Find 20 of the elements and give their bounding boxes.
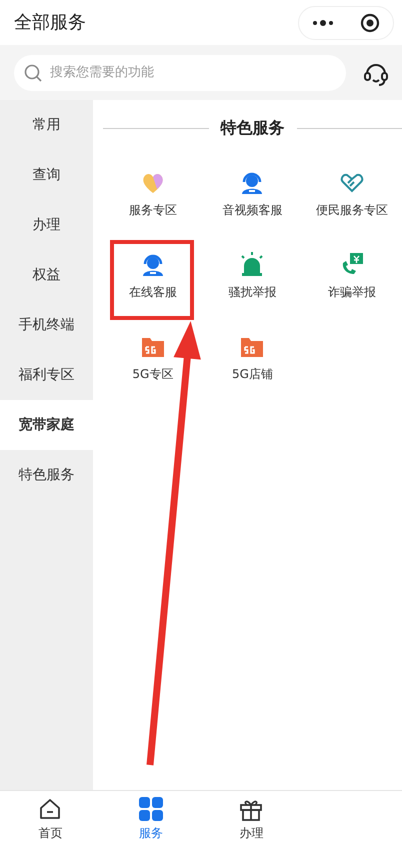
service-item[interactable]: 5G店铺 bbox=[202, 317, 302, 399]
service-item[interactable]: 诈骗举报 bbox=[302, 235, 402, 317]
tab-bar-item[interactable]: 服务 bbox=[100, 791, 201, 847]
sidebar-item[interactable]: 宽带家庭 bbox=[0, 400, 93, 450]
service-item[interactable]: 服务专区 bbox=[103, 153, 203, 235]
tab-bar-item[interactable]: 首页 bbox=[0, 791, 100, 847]
close-target-icon[interactable] bbox=[360, 12, 380, 32]
service-item[interactable]: 在线客服 bbox=[103, 235, 203, 317]
service-item[interactable]: 骚扰举报 bbox=[202, 235, 302, 317]
service-item[interactable]: 音视频客服 bbox=[202, 153, 302, 235]
section-title: 特色服务 bbox=[220, 117, 284, 139]
search-icon bbox=[24, 64, 42, 82]
more-icon[interactable] bbox=[312, 18, 334, 26]
grid-icon bbox=[138, 796, 164, 822]
service-item[interactable]: 便民服务专区 bbox=[302, 153, 402, 235]
tab-bar-item[interactable]: 办理 bbox=[201, 791, 302, 847]
alarm-light-icon bbox=[239, 251, 266, 277]
search-bar[interactable]: 搜索您需要的功能 bbox=[14, 54, 346, 90]
page-title: 全部服务 bbox=[14, 11, 86, 35]
service-item[interactable]: 5G专区 bbox=[103, 317, 203, 399]
